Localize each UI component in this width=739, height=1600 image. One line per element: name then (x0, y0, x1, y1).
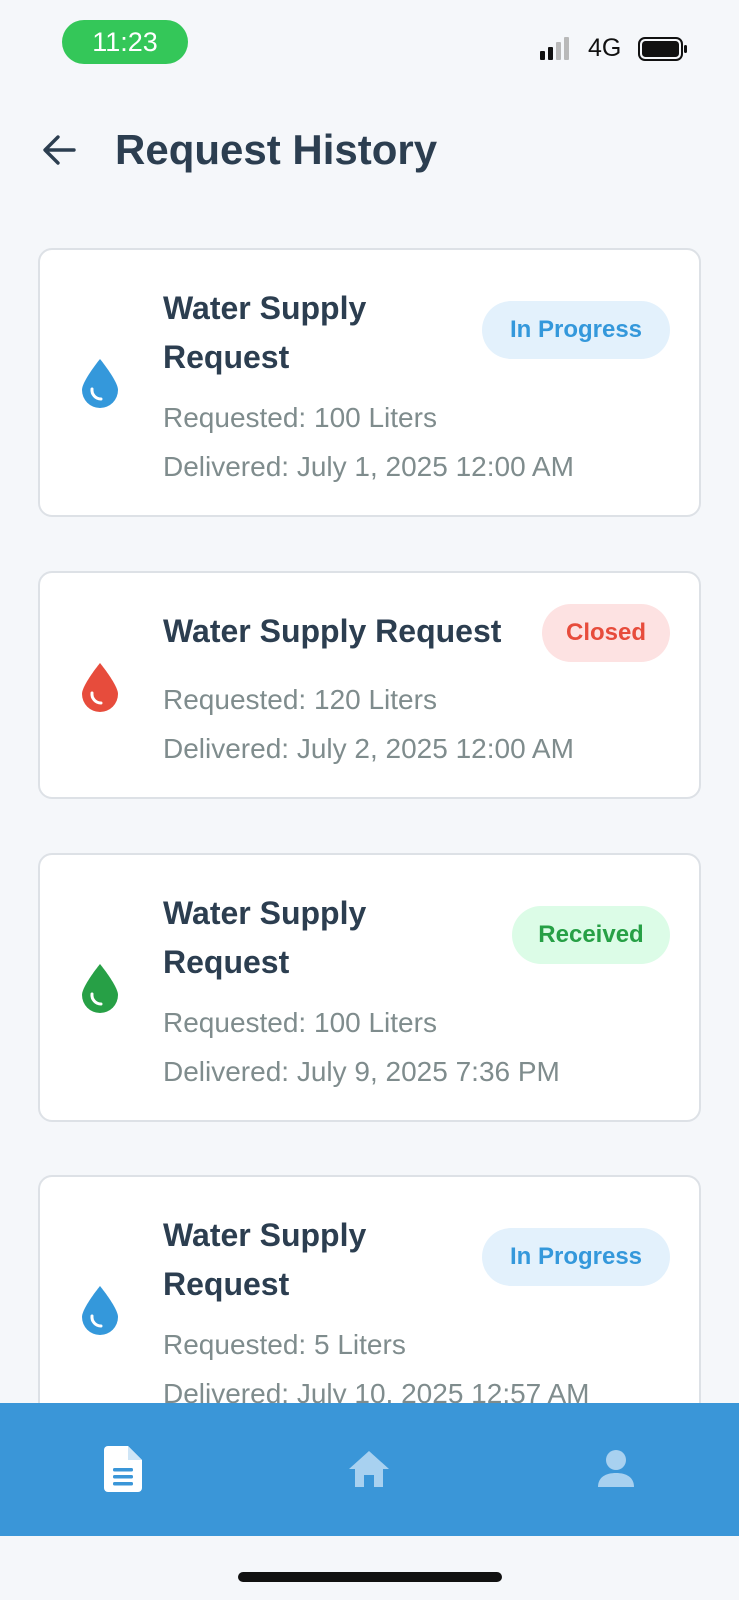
request-card[interactable]: Water Supply Request In Progress Request… (38, 248, 701, 517)
nav-profile[interactable] (586, 1441, 646, 1497)
status-badge: In Progress (482, 1228, 670, 1286)
status-time: 11:23 (62, 20, 188, 64)
network-label: 4G (588, 34, 622, 62)
delivered-date: Delivered: July 2, 2025 12:00 AM (163, 733, 574, 764)
nav-requests[interactable] (93, 1441, 153, 1497)
requested-amount: Requested: 120 Liters (163, 684, 437, 715)
delivered-date: Delivered: July 9, 2025 7:36 PM (163, 1056, 560, 1087)
back-arrow-icon[interactable] (40, 132, 78, 168)
water-drop-icon (82, 1286, 118, 1335)
signal-icon (540, 36, 569, 60)
status-badge: In Progress (482, 301, 670, 359)
requested-amount: Requested: 100 Liters (163, 402, 437, 433)
bottom-nav (0, 1403, 739, 1536)
home-icon (349, 1451, 389, 1487)
request-title: Water Supply Request (163, 1217, 367, 1302)
nav-home[interactable] (339, 1441, 399, 1497)
document-icon (104, 1446, 142, 1492)
requested-amount: Requested: 100 Liters (163, 1007, 437, 1038)
request-card[interactable]: Water Supply Request Received Requested:… (38, 853, 701, 1122)
status-bar: 11:23 4G (0, 0, 739, 90)
status-badge: Closed (542, 604, 670, 662)
battery-icon (638, 37, 687, 61)
request-title: Water Supply Request (163, 895, 367, 980)
header: Request History (0, 120, 739, 180)
bottom-safe-area (0, 1536, 739, 1600)
request-title: Water Supply Request (163, 290, 367, 375)
water-drop-icon (82, 359, 118, 408)
requested-amount: Requested: 5 Liters (163, 1329, 406, 1360)
profile-icon (598, 1450, 634, 1487)
request-card[interactable]: Water Supply Request Closed Requested: 1… (38, 571, 701, 799)
home-indicator (238, 1572, 502, 1582)
water-drop-icon (82, 663, 118, 712)
page-title: Request History (115, 126, 438, 173)
water-drop-icon (82, 964, 118, 1013)
delivered-date: Delivered: July 1, 2025 12:00 AM (163, 451, 574, 482)
request-title: Water Supply Request (163, 613, 502, 649)
status-badge: Received (512, 906, 670, 964)
